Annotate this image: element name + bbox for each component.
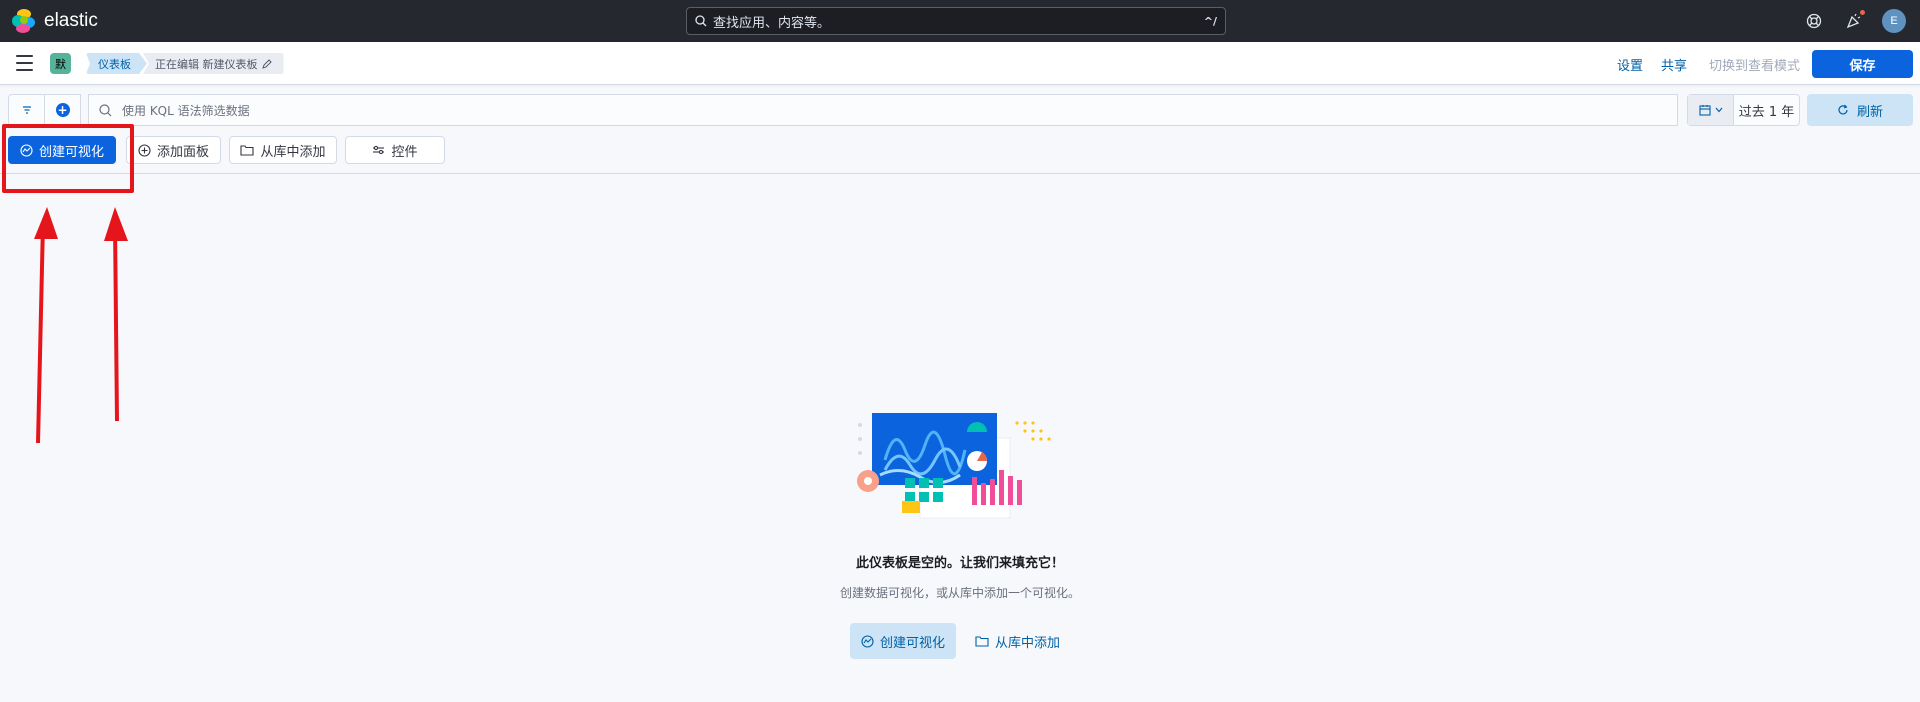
switch-view-mode-link[interactable]: 切换到查看模式 — [1709, 55, 1800, 74]
brand-name: elastic — [44, 10, 98, 31]
date-picker[interactable]: 过去 1 年 — [1687, 94, 1800, 126]
calendar-icon — [1698, 105, 1711, 116]
empty-add-from-library-label: 从库中添加 — [995, 635, 1061, 651]
menu-icon[interactable] — [16, 55, 33, 71]
search-icon — [99, 103, 112, 116]
kql-search-input[interactable]: 使用 KQL 语法筛选数据 — [88, 94, 1678, 126]
breadcrumb-current-label: 正在编辑 新建仪表板 — [155, 57, 258, 71]
empty-create-visualization-button[interactable]: 创建可视化 — [850, 623, 956, 659]
annotation-arrows — [34, 207, 128, 444]
save-button[interactable]: 保存 — [1812, 50, 1913, 78]
empty-add-from-library-button[interactable]: 从库中添加 — [975, 623, 1060, 659]
global-search-input[interactable]: 查找应用、内容等。 ^/ — [686, 7, 1226, 35]
add-panel-label: 添加面板 — [156, 144, 209, 160]
query-bar: + 使用 KQL 语法筛选数据 过去 1 年 刷新 — [0, 85, 1920, 129]
user-avatar[interactable]: E — [1882, 9, 1906, 33]
controls-label: 控件 — [391, 144, 418, 160]
news-feed-icon[interactable] — [1842, 9, 1866, 33]
dashboard-toolbar: 创建可视化 添加面板 从库中添加 控件 — [0, 129, 1920, 174]
breadcrumb-bar: 默 仪表板 正在编辑 新建仪表板 设置 共享 切换到查看模式 保存 — [0, 42, 1920, 85]
controls-button[interactable]: 控件 — [345, 136, 445, 164]
search-placeholder: 查找应用、内容等。 — [713, 15, 831, 31]
elastic-logo-icon — [12, 9, 36, 33]
settings-link[interactable]: 设置 — [1617, 55, 1643, 74]
chevron-down-icon — [1715, 107, 1722, 113]
pencil-icon[interactable] — [261, 58, 272, 69]
date-range-label[interactable]: 过去 1 年 — [1734, 95, 1799, 125]
add-from-library-label: 从库中添加 — [260, 144, 326, 160]
add-panel-button[interactable]: 添加面板 — [126, 136, 221, 164]
search-shortcut: ^/ — [1203, 14, 1217, 28]
breadcrumb-dashboards[interactable]: 仪表板 — [86, 53, 147, 74]
annotation-highlight-box — [2, 124, 134, 193]
empty-create-visualization-label: 创建可视化 — [879, 635, 945, 651]
share-link[interactable]: 共享 — [1661, 55, 1687, 74]
filter-button-group: + — [8, 94, 81, 126]
header-icons: E — [1802, 9, 1906, 33]
global-header: elastic 查找应用、内容等。 ^/ E — [0, 0, 1920, 42]
add-from-library-button[interactable]: 从库中添加 — [229, 136, 337, 164]
empty-state-title: 此仪表板是空的。让我们来填充它！ — [855, 556, 1064, 571]
filter-icon — [22, 106, 31, 114]
empty-state-description: 创建数据可视化，或从库中添加一个可视化。 — [839, 586, 1080, 600]
refresh-button[interactable]: 刷新 — [1807, 94, 1913, 126]
folder-icon — [975, 636, 989, 647]
plus-icon: + — [55, 103, 70, 117]
folder-icon — [240, 145, 255, 156]
empty-dashboard-illustration — [857, 413, 1051, 519]
kql-placeholder: 使用 KQL 语法筛选数据 — [122, 103, 250, 118]
breadcrumb-current: 正在编辑 新建仪表板 — [143, 53, 284, 74]
filter-menu-button[interactable] — [9, 95, 44, 125]
elastic-logo[interactable]: elastic — [12, 9, 98, 33]
controls-icon — [373, 145, 385, 155]
space-avatar[interactable]: 默 — [50, 53, 71, 74]
search-icon — [695, 15, 707, 27]
notification-dot — [1859, 9, 1866, 16]
visualize-icon — [861, 634, 874, 648]
refresh-icon — [1838, 104, 1848, 115]
refresh-label: 刷新 — [1856, 104, 1883, 120]
quick-select-button[interactable] — [1688, 95, 1734, 125]
help-icon[interactable] — [1802, 9, 1826, 33]
plus-circle-icon — [138, 143, 151, 157]
add-filter-button[interactable]: + — [44, 95, 80, 125]
